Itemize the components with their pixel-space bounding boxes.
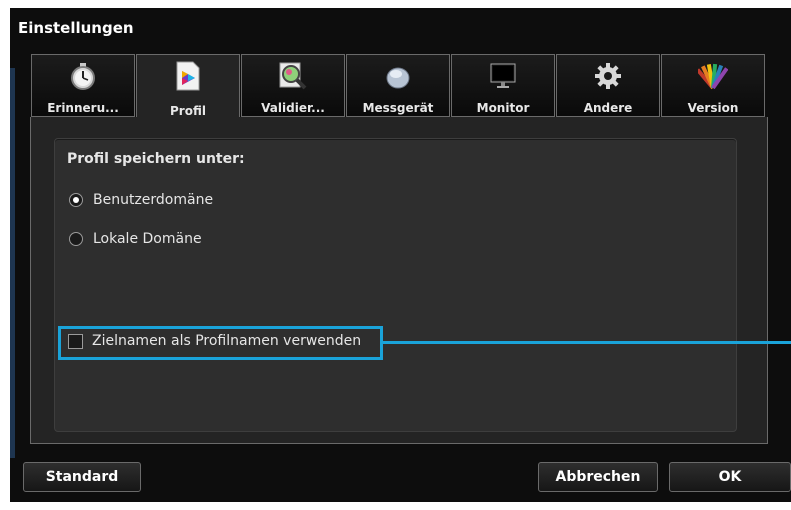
radio-local-domain[interactable]: Lokale Domäne [69,231,202,247]
tab-monitor[interactable]: Monitor [451,54,555,117]
callout-highlight-box [58,326,383,360]
tab-label: Profil [170,104,206,118]
ok-button[interactable]: OK [669,462,791,492]
window-edge [10,68,15,458]
radio-label: Lokale Domäne [93,231,202,247]
color-swatch-fan-icon [698,61,728,91]
radio-label: Benutzerdomäne [93,192,214,208]
radio-user-domain[interactable]: Benutzerdomäne [69,192,213,208]
measuring-device-icon [383,61,413,91]
tab-label: Version [687,101,739,115]
callout-line [383,341,791,344]
tab-erinnerung[interactable]: Erinneru... [31,54,135,117]
radio-button[interactable] [69,193,83,207]
tab-validierung[interactable]: Validier... [241,54,345,117]
tab-label: Erinneru... [47,101,119,115]
tab-bar: Erinneru... Profil Validier... Messgerät… [31,54,767,120]
monitor-icon [488,61,518,91]
save-profile-heading: Profil speichern unter: [67,151,245,167]
cancel-button[interactable]: Abbrechen [538,462,658,492]
tab-profil[interactable]: Profil [136,54,240,120]
tab-label: Andere [583,101,633,115]
color-profile-icon [173,61,203,91]
tab-label: Messgerät [362,101,434,115]
gear-icon [593,61,623,91]
window-title: Einstellungen [18,19,134,37]
standard-button[interactable]: Standard [23,462,141,492]
stopwatch-icon [68,61,98,91]
radio-button[interactable] [69,232,83,246]
profile-save-group: Profil speichern unter: Benutzerdomäne L… [54,138,737,432]
tab-label: Monitor [476,101,530,115]
tab-messgeraet[interactable]: Messgerät [346,54,450,117]
tab-andere[interactable]: Andere [556,54,660,117]
validation-magnifier-icon [278,61,308,91]
tab-label: Validier... [261,101,325,115]
tab-version[interactable]: Version [661,54,765,117]
